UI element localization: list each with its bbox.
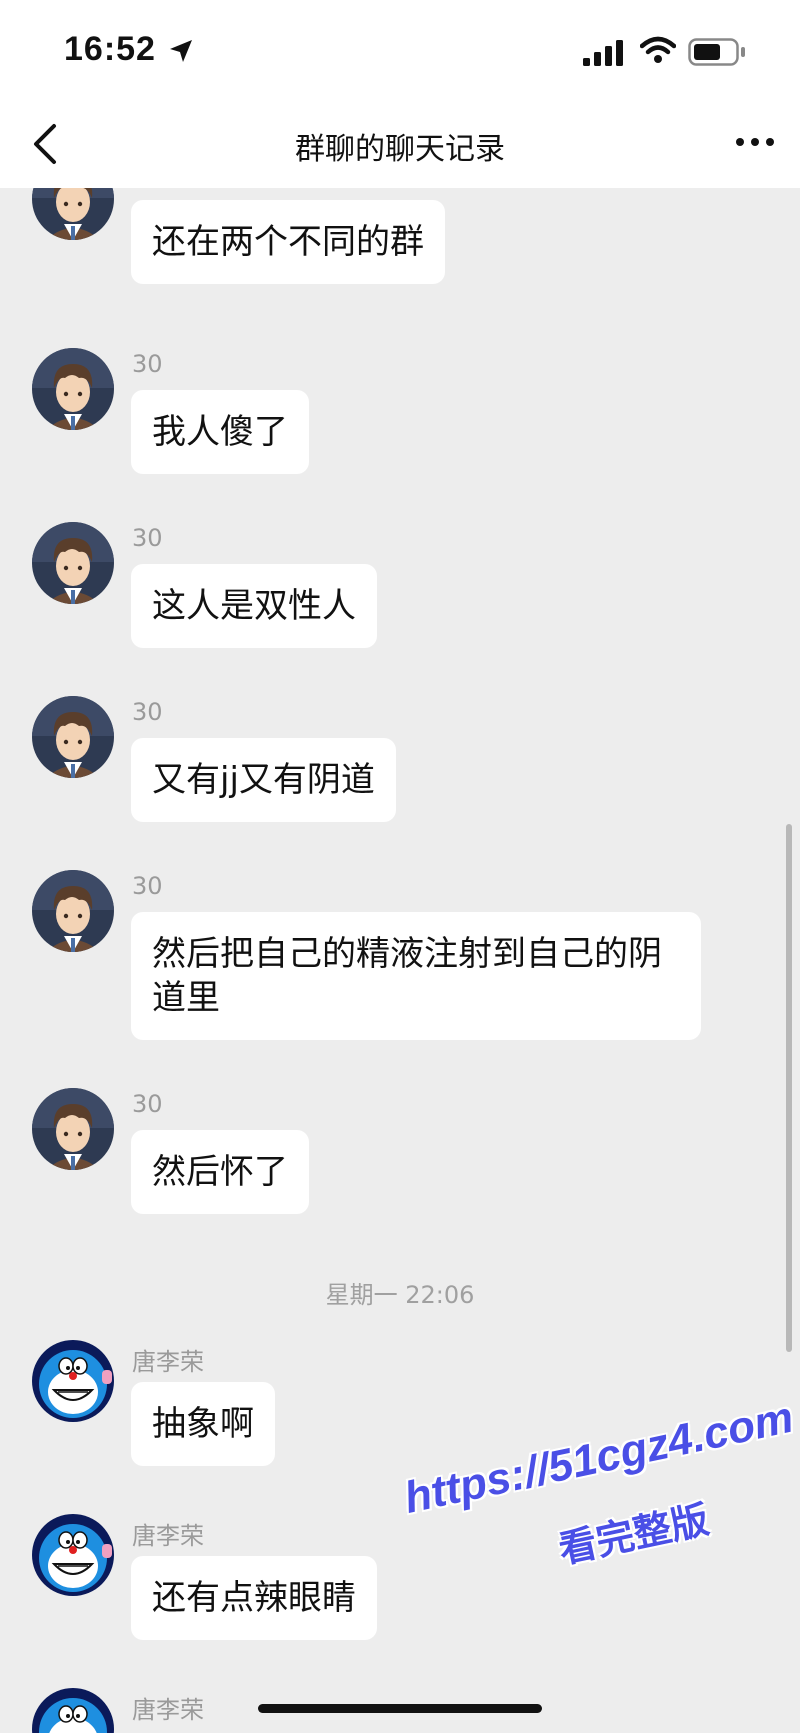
nav-bar: 群聊的聊天记录 xyxy=(0,100,800,188)
avatar[interactable] xyxy=(32,348,114,430)
message-bubble[interactable]: 我人傻了 xyxy=(131,390,309,474)
timestamp-divider: 星期一 22:06 xyxy=(325,1281,475,1309)
message-bubble[interactable]: 抽象啊 xyxy=(131,1382,275,1466)
wifi-icon xyxy=(640,36,676,63)
location-arrow-icon xyxy=(170,40,192,62)
sender-name: 唐李荣 xyxy=(132,1696,204,1724)
anime-boy-avatar-icon xyxy=(32,188,114,240)
anime-boy-avatar-icon xyxy=(32,870,114,952)
avatar[interactable] xyxy=(32,870,114,952)
sender-name: 30 xyxy=(132,698,163,726)
message-bubble[interactable]: 然后把自己的精液注射到自己的阴道里 xyxy=(131,912,701,1040)
message-bubble[interactable]: 又有jj又有阴道 xyxy=(131,738,396,822)
battery-icon xyxy=(688,38,745,66)
message-bubble[interactable]: 还有点辣眼睛 xyxy=(131,1556,377,1640)
anime-boy-avatar-icon xyxy=(32,522,114,604)
sender-name: 唐李荣 xyxy=(132,1522,204,1550)
status-time: 16:52 xyxy=(64,30,156,68)
anime-boy-avatar-icon xyxy=(32,348,114,430)
doraemon-avatar-icon xyxy=(32,1688,114,1733)
avatar[interactable] xyxy=(32,1514,114,1596)
sender-name: 30 xyxy=(132,350,163,378)
home-indicator[interactable] xyxy=(258,1704,542,1713)
signal-icon xyxy=(583,40,623,66)
avatar[interactable] xyxy=(32,1088,114,1170)
ellipsis-icon[interactable] xyxy=(735,130,775,154)
status-bar: 16:52 xyxy=(0,0,800,100)
doraemon-avatar-icon xyxy=(32,1514,114,1596)
message-bubble[interactable]: 然后怀了 xyxy=(131,1130,309,1214)
avatar[interactable] xyxy=(32,1340,114,1422)
sender-name: 唐李荣 xyxy=(132,1348,204,1376)
sender-name: 30 xyxy=(132,524,163,552)
anime-boy-avatar-icon xyxy=(32,696,114,778)
message-bubble[interactable]: 这人是双性人 xyxy=(131,564,377,648)
avatar[interactable] xyxy=(32,696,114,778)
anime-boy-avatar-icon xyxy=(32,1088,114,1170)
sender-name: 30 xyxy=(132,872,163,900)
message-bubble[interactable]: 还在两个不同的群 xyxy=(131,200,445,284)
avatar[interactable] xyxy=(32,522,114,604)
scrollbar[interactable] xyxy=(786,824,792,1352)
page-title: 群聊的聊天记录 xyxy=(295,132,505,167)
doraemon-avatar-icon xyxy=(32,1340,114,1422)
sender-name: 30 xyxy=(132,1090,163,1118)
avatar[interactable] xyxy=(32,188,114,240)
avatar[interactable] xyxy=(32,1688,114,1733)
